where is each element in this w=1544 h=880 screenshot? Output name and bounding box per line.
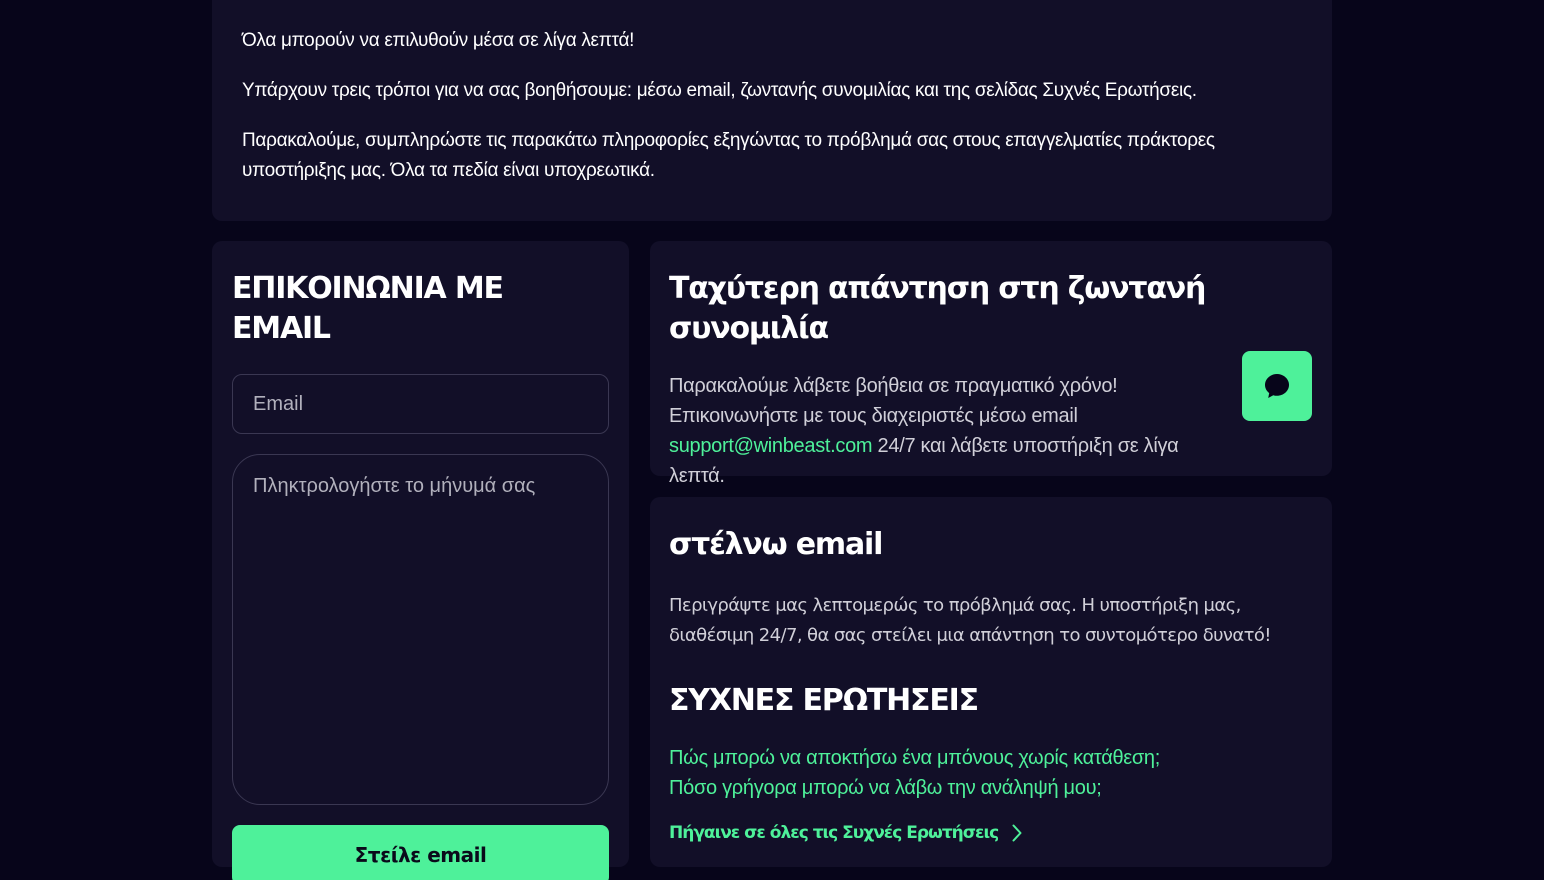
open-live-chat-button[interactable] (1242, 351, 1312, 421)
email-form-panel: ΕΠΙΚΟΙΝΩΝΙΑ ΜΕ EMAIL Στείλε email (212, 241, 629, 880)
chevron-right-icon (1012, 824, 1022, 842)
chat-bubble-icon (1265, 374, 1289, 398)
send-email-panel: στέλνω email Περιγράψτε μας λεπτομερώς τ… (650, 497, 1332, 867)
all-faq-link-label: Πήγαινε σε όλες τις Συχνές Ερωτήσεις (669, 823, 999, 843)
email-form-title: ΕΠΙΚΟΙΝΩΝΙΑ ΜΕ EMAIL (232, 271, 504, 346)
support-page: Όλα μπορούν να επιλυθούν μέσα σε λίγα λε… (0, 0, 1544, 880)
intro-headline: Όλα μπορούν να επιλυθούν μέσα σε λίγα λε… (242, 30, 635, 51)
live-chat-text: Παρακαλούμε λάβετε βοήθεια σε πραγματικό… (669, 371, 1229, 491)
intro-ways-text: Υπάρχουν τρεις τρόποι για να σας βοηθήσο… (242, 80, 1197, 101)
email-field[interactable] (232, 374, 609, 434)
faq-link-withdrawal-speed[interactable]: Πόσο γρήγορα μπορώ να λάβω την ανάληψή μ… (669, 773, 1312, 803)
live-chat-panel: Ταχύτερη απάντηση στη ζωντανή συνομιλία … (650, 241, 1332, 487)
live-chat-text-before: Παρακαλούμε λάβετε βοήθεια σε πραγματικό… (669, 375, 1118, 427)
intro-panel: Όλα μπορούν να επιλυθούν μέσα σε λίγα λε… (212, 0, 1332, 221)
faq-title: ΣΥΧΝΕΣ ΕΡΩΤΗΣΕΙΣ (669, 683, 979, 718)
faq-link-no-deposit-bonus[interactable]: Πώς μπορώ να αποκτήσω ένα μπόνους χωρίς … (669, 743, 1312, 773)
intro-instructions: Παρακαλούμε, συμπληρώστε τις παρακάτω πλ… (242, 130, 1215, 181)
all-faq-link[interactable]: Πήγαινε σε όλες τις Συχνές Ερωτήσεις (669, 823, 1312, 843)
faq-list: Πώς μπορώ να αποκτήσω ένα μπόνους χωρίς … (669, 743, 1312, 803)
send-email-button[interactable]: Στείλε email (232, 825, 609, 880)
support-email-link[interactable]: support@winbeast.com (669, 435, 873, 457)
live-chat-title: Ταχύτερη απάντηση στη ζωντανή συνομιλία (669, 271, 1206, 346)
send-email-description: Περιγράψτε μας λεπτομερώς το πρόβλημά σα… (669, 595, 1272, 646)
message-textarea[interactable] (232, 454, 609, 805)
send-email-title: στέλνω email (669, 527, 883, 562)
